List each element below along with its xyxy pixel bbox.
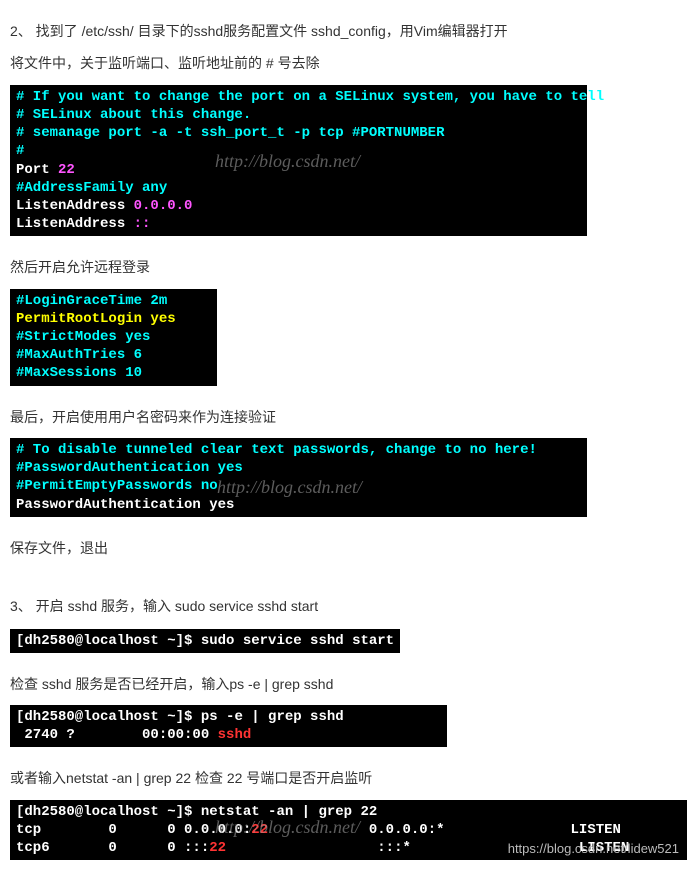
watermark: http://blog.csdn.net/ [215,816,360,839]
code-block-4: [dh2580@localhost ~]$ sudo service sshd … [10,629,400,653]
step2-title: 2、 找到了 /etc/ssh/ 目录下的sshd服务配置文件 sshd_con… [10,20,678,42]
step3-sub1: 检查 sshd 服务是否已经开启，输入ps -e | grep sshd [10,673,678,695]
code-block-6: [dh2580@localhost ~]$ netstat -an | grep… [10,800,687,861]
step2-subtitle: 将文件中，关于监听端口、监听地址前的 # 号去除 [10,52,678,74]
code-block-3: # To disable tunneled clear text passwor… [10,438,587,517]
code-line: # SELinux about this change. [16,106,581,124]
code-line: PermitRootLogin yes [16,310,211,328]
code-line: ListenAddress 0.0.0.0 [16,197,581,215]
code-line: # To disable tunneled clear text passwor… [16,441,581,459]
step2-sub4: 保存文件，退出 [10,537,678,559]
code-block-2: #LoginGraceTime 2m PermitRootLogin yes #… [10,289,217,386]
code-line: ListenAddress :: [16,215,581,233]
step2-sub3: 最后，开启使用用户名密码来作为连接验证 [10,406,678,428]
footer-watermark: https://blog.csdn.net/lidew521 [508,841,679,858]
code-line: #AddressFamily any [16,179,581,197]
prompt: [dh2580@localhost ~]$ [16,633,201,649]
code-block-1: # If you want to change the port on a SE… [10,85,587,237]
code-line: [dh2580@localhost ~]$ ps -e | grep sshd [16,708,441,726]
code-line: #LoginGraceTime 2m [16,292,211,310]
code-line: # If you want to change the port on a SE… [16,88,581,106]
code-line: #StrictModes yes [16,328,211,346]
watermark: http://blog.csdn.net/ [215,150,360,173]
code-block-5: [dh2580@localhost ~]$ ps -e | grep sshd … [10,705,447,747]
code-line: 2740 ? 00:00:00 sshd [16,726,441,744]
step3-title: 3、 开启 sshd 服务，输入 sudo service sshd start [10,595,678,617]
code-line: # semanage port -a -t ssh_port_t -p tcp … [16,124,581,142]
code-line: #MaxSessions 10 [16,364,211,382]
code-line: #MaxAuthTries 6 [16,346,211,364]
step2-sub2: 然后开启允许远程登录 [10,256,678,278]
watermark: http://blog.csdn.net/ [217,476,362,499]
step3-sub2: 或者输入netstat -an | grep 22 检查 22 号端口是否开启监… [10,767,678,789]
command: sudo service sshd start [201,633,394,649]
code-line: #PasswordAuthentication yes [16,459,581,477]
